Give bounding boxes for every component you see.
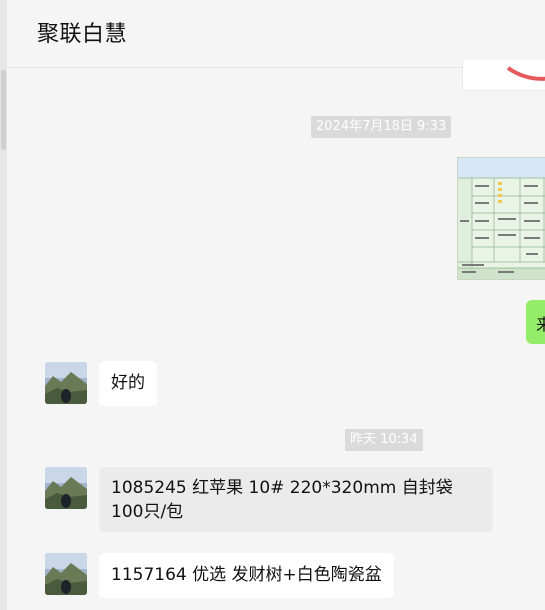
left-panel-edge bbox=[0, 0, 7, 610]
red-stamp-fragment-icon bbox=[506, 66, 545, 81]
avatar[interactable] bbox=[45, 553, 87, 595]
scrollbar-thumb[interactable] bbox=[1, 70, 6, 150]
message-text: 好的 bbox=[111, 373, 145, 393]
avatar[interactable] bbox=[45, 362, 87, 404]
message-text: 来 bbox=[536, 315, 545, 334]
avatar-mountain-icon bbox=[45, 362, 87, 404]
spreadsheet-image-message[interactable] bbox=[457, 157, 545, 280]
received-text-message[interactable]: 1157164 优选 发财树+白色陶瓷盆 bbox=[99, 553, 394, 598]
timestamp: 昨天 10:34 bbox=[345, 429, 423, 451]
avatar-mountain-icon bbox=[45, 467, 87, 509]
message-text: 1157164 优选 发财树+白色陶瓷盆 bbox=[111, 565, 382, 585]
message-text: 1085245 红苹果 10# 220*320mm 自封袋 100只/包 bbox=[111, 478, 453, 522]
chat-header: 聚联白慧 bbox=[7, 0, 545, 68]
self-text-message[interactable]: 来 bbox=[526, 300, 545, 344]
timestamp: 2024年7月18日 9:33 bbox=[311, 116, 452, 138]
avatar[interactable] bbox=[45, 467, 87, 509]
received-text-message[interactable]: 1085245 红苹果 10# 220*320mm 自封袋 100只/包 bbox=[99, 467, 493, 532]
spreadsheet-image-icon bbox=[458, 158, 545, 279]
avatar-mountain-icon bbox=[45, 553, 87, 595]
previous-message-card[interactable] bbox=[462, 60, 545, 91]
received-text-message[interactable]: 好的 bbox=[99, 361, 157, 406]
chat-title: 聚联白慧 bbox=[37, 22, 128, 47]
